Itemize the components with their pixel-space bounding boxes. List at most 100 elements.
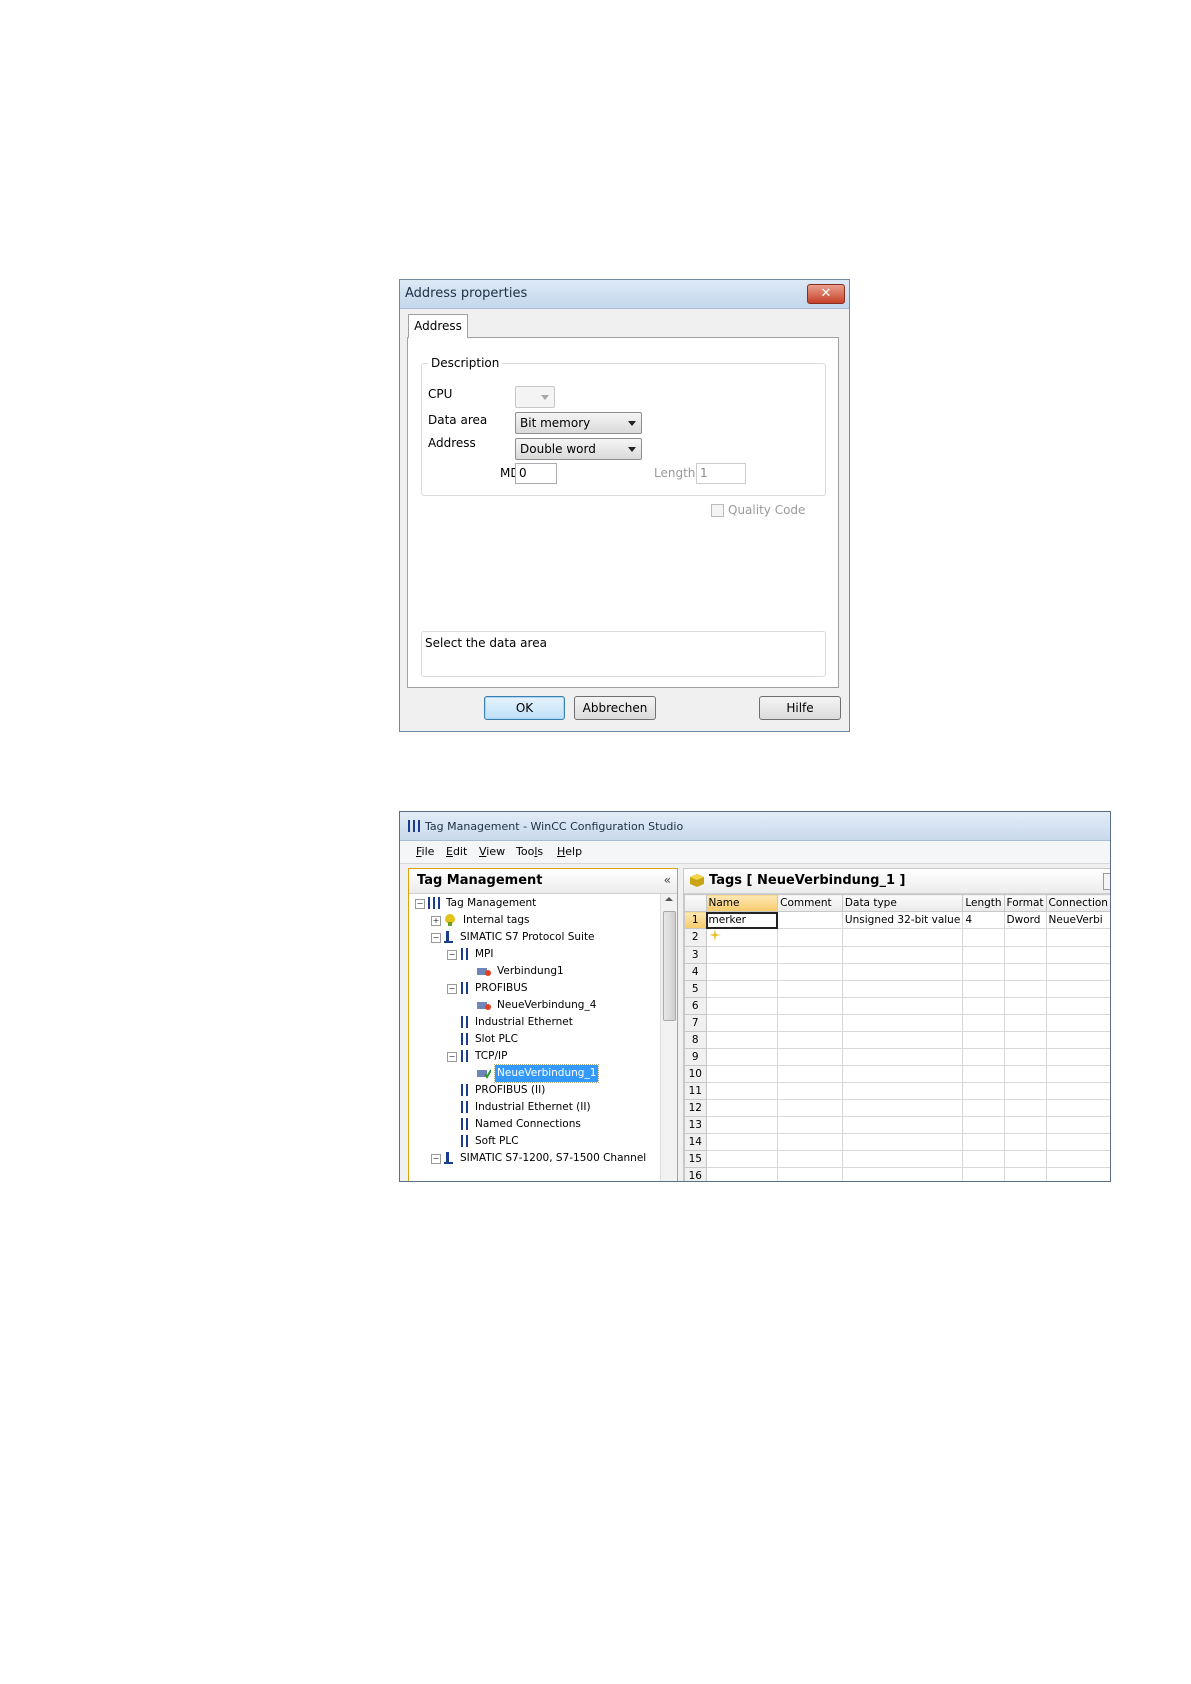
empty-cell[interactable]	[841, 1099, 964, 1117]
empty-cell[interactable]	[962, 1014, 1005, 1032]
empty-cell[interactable]	[705, 1150, 779, 1168]
table-row[interactable]: 16	[684, 1167, 1110, 1181]
empty-cell[interactable]	[962, 1116, 1005, 1134]
empty-cell[interactable]	[962, 1167, 1005, 1181]
menu-help[interactable]: Help	[557, 845, 582, 858]
empty-cell[interactable]	[1003, 1082, 1047, 1100]
tree-item-neueverbindung-4[interactable]: NeueVerbindung_4	[477, 997, 598, 1014]
empty-cell[interactable]	[777, 1031, 843, 1049]
empty-cell[interactable]	[1003, 980, 1047, 998]
tree-item-verbindung1[interactable]: Verbindung1	[477, 963, 566, 980]
empty-cell[interactable]	[1045, 1082, 1110, 1100]
tag-name-cell[interactable]: merker	[705, 911, 779, 929]
tab-address[interactable]: Address	[408, 314, 468, 338]
empty-cell[interactable]	[962, 980, 1005, 998]
empty-cell[interactable]	[777, 963, 843, 981]
empty-cell[interactable]	[841, 1082, 964, 1100]
collapse-icon[interactable]: −	[447, 1052, 457, 1062]
empty-cell[interactable]	[777, 1167, 843, 1181]
empty-cell[interactable]	[841, 980, 964, 998]
tree-item-mpi[interactable]: MPI	[461, 946, 496, 963]
comment-cell[interactable]	[777, 911, 843, 929]
empty-cell[interactable]	[777, 997, 843, 1015]
data-area-dropdown[interactable]: Bit memory	[515, 412, 642, 434]
tree-item-named-connections[interactable]: Named Connections	[461, 1116, 583, 1133]
table-row[interactable]: 15	[684, 1150, 1110, 1168]
empty-cell[interactable]	[777, 928, 843, 947]
ok-button[interactable]: OK	[484, 696, 565, 720]
data-type-cell[interactable]: Unsigned 32-bit value	[841, 911, 964, 929]
empty-cell[interactable]	[1003, 997, 1047, 1015]
empty-cell[interactable]	[777, 1150, 843, 1168]
tree-item-tcp-ip[interactable]: TCP/IP	[461, 1048, 509, 1065]
scrollbar-thumb[interactable]	[663, 911, 676, 1021]
empty-cell[interactable]	[777, 1082, 843, 1100]
empty-cell[interactable]	[1003, 1048, 1047, 1066]
table-row[interactable]: 10	[684, 1065, 1110, 1083]
collapse-icon[interactable]: −	[415, 899, 425, 909]
empty-cell[interactable]	[777, 980, 843, 998]
empty-cell[interactable]	[777, 946, 843, 964]
empty-cell[interactable]	[1003, 1065, 1047, 1083]
table-row[interactable]: 13	[684, 1116, 1110, 1134]
empty-cell[interactable]	[841, 963, 964, 981]
empty-cell[interactable]	[841, 946, 964, 964]
empty-cell[interactable]	[1003, 1116, 1047, 1134]
table-row[interactable]: 11	[684, 1082, 1110, 1100]
empty-cell[interactable]	[962, 946, 1005, 964]
tree-item-profibus[interactable]: PROFIBUS	[461, 980, 530, 997]
empty-cell[interactable]	[1045, 1133, 1110, 1151]
empty-cell[interactable]	[962, 928, 1005, 947]
new-tag-cell[interactable]	[705, 928, 779, 947]
column-header-format[interactable]: Format	[1003, 894, 1047, 912]
empty-cell[interactable]	[1003, 1014, 1047, 1032]
empty-cell[interactable]	[1045, 963, 1110, 981]
empty-cell[interactable]	[705, 1065, 779, 1083]
empty-cell[interactable]	[1045, 928, 1110, 947]
empty-cell[interactable]	[705, 1099, 779, 1117]
empty-cell[interactable]	[1003, 1099, 1047, 1117]
empty-cell[interactable]	[962, 1099, 1005, 1117]
collapse-icon[interactable]: −	[447, 950, 457, 960]
empty-cell[interactable]	[1003, 1031, 1047, 1049]
cpu-dropdown[interactable]	[515, 386, 555, 408]
empty-cell[interactable]	[1045, 1014, 1110, 1032]
empty-cell[interactable]	[1045, 997, 1110, 1015]
empty-cell[interactable]	[962, 1150, 1005, 1168]
empty-cell[interactable]	[705, 1116, 779, 1134]
empty-cell[interactable]	[777, 1133, 843, 1151]
empty-cell[interactable]	[841, 928, 964, 947]
empty-cell[interactable]	[1003, 1167, 1047, 1181]
length-cell[interactable]: 4	[962, 911, 1005, 929]
empty-cell[interactable]	[962, 1048, 1005, 1066]
length-input[interactable]: 1	[696, 463, 746, 484]
help-button[interactable]: Hilfe	[759, 696, 841, 720]
empty-cell[interactable]	[705, 963, 779, 981]
table-row[interactable]: 3	[684, 946, 1110, 964]
empty-cell[interactable]	[1045, 1167, 1110, 1181]
empty-cell[interactable]	[1003, 1150, 1047, 1168]
table-row[interactable]: 9	[684, 1048, 1110, 1066]
empty-cell[interactable]	[841, 1065, 964, 1083]
format-cell[interactable]: Dword	[1003, 911, 1047, 929]
empty-cell[interactable]	[705, 1048, 779, 1066]
tree-item-s7-protocol-suite[interactable]: SIMATIC S7 Protocol Suite	[444, 929, 597, 946]
empty-cell[interactable]	[962, 963, 1005, 981]
collapse-icon[interactable]: −	[431, 1154, 441, 1164]
pane-toggle-button[interactable]	[1103, 873, 1110, 890]
column-header-connection[interactable]: Connection	[1045, 894, 1110, 912]
table-row[interactable]: 4	[684, 963, 1110, 981]
empty-cell[interactable]	[962, 1031, 1005, 1049]
empty-cell[interactable]	[777, 1048, 843, 1066]
tree-item-industrial-ethernet[interactable]: Industrial Ethernet	[461, 1014, 575, 1031]
empty-cell[interactable]	[841, 1116, 964, 1134]
menu-edit[interactable]: Edit	[446, 845, 467, 858]
empty-cell[interactable]	[1045, 1099, 1110, 1117]
empty-cell[interactable]	[777, 1099, 843, 1117]
empty-cell[interactable]	[777, 1014, 843, 1032]
empty-cell[interactable]	[705, 1167, 779, 1181]
menu-tools[interactable]: Tools	[516, 845, 543, 858]
tree-item-s7-1200-1500-channel[interactable]: SIMATIC S7-1200, S7-1500 Channel	[444, 1150, 648, 1167]
empty-cell[interactable]	[705, 1082, 779, 1100]
collapse-icon[interactable]: −	[447, 984, 457, 994]
